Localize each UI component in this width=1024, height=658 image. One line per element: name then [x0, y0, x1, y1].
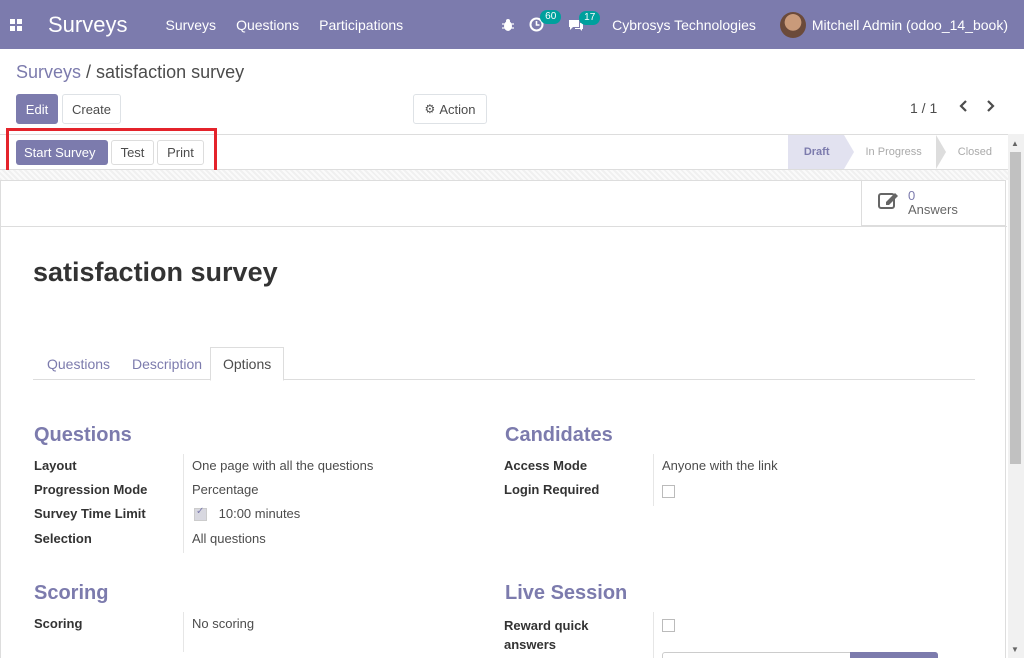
tab-questions[interactable]: Questions — [47, 347, 110, 380]
action-label: Action — [439, 101, 476, 117]
stage-closed-label: Closed — [957, 146, 992, 158]
survey-title[interactable]: satisfaction survey — [33, 257, 278, 288]
print-button[interactable]: Print — [157, 140, 204, 165]
session-link-button[interactable] — [850, 652, 938, 658]
answers-label: Answers — [908, 202, 958, 217]
field-divider — [653, 454, 654, 506]
tab-options[interactable]: Options — [210, 347, 285, 381]
messages-chat-icon[interactable]: 17 — [568, 10, 601, 32]
pager-value[interactable]: 1 / 1 — [910, 100, 937, 116]
stage-draft[interactable]: Draft — [787, 135, 854, 169]
questions-section-title: Questions — [34, 424, 132, 446]
field-divider — [183, 454, 184, 553]
reward-quick-answers-field — [662, 617, 675, 633]
layout-label: Layout — [34, 458, 77, 473]
selection-value[interactable]: All questions — [192, 531, 266, 546]
sheet-background — [0, 170, 1008, 180]
menu-item-surveys[interactable]: Surveys — [155, 17, 226, 33]
field-divider — [653, 612, 654, 658]
scoring-label: Scoring — [34, 616, 83, 631]
form-sheet: 0 Answers satisfaction survey Questions … — [0, 180, 1007, 658]
breadcrumb-separator: / — [81, 62, 97, 82]
answers-stat-button[interactable]: 0 Answers — [861, 181, 1005, 226]
answers-count: 0 — [908, 188, 916, 203]
reward-quick-answers-checkbox[interactable] — [662, 619, 675, 633]
test-button[interactable]: Test — [111, 140, 154, 165]
apps-menu-icon[interactable] — [0, 0, 32, 49]
progression-mode-value[interactable]: Percentage — [192, 482, 259, 497]
time-limit-field: 10:00 minutes — [194, 506, 301, 522]
scoring-value[interactable]: No scoring — [192, 616, 254, 631]
reward-quick-answers-label-line1: Reward quick — [504, 618, 589, 633]
stage-draft-label: Draft — [803, 146, 830, 158]
selection-label: Selection — [34, 531, 92, 546]
menu-item-participations[interactable]: Participations — [309, 17, 413, 33]
activity-badge: 60 — [540, 10, 562, 24]
login-required-checkbox[interactable] — [662, 485, 675, 499]
login-required-field — [662, 483, 675, 499]
time-limit-label: Survey Time Limit — [34, 506, 146, 521]
candidates-section-title: Candidates — [505, 424, 613, 446]
access-mode-value[interactable]: Anyone with the link — [662, 458, 778, 473]
chevron-right-icon[interactable] — [986, 99, 996, 117]
chevron-left-icon[interactable] — [958, 99, 968, 117]
time-limit-value[interactable]: 10:00 minutes — [219, 506, 301, 521]
reward-quick-answers-label-line2: answers — [504, 637, 557, 652]
stage-in-progress-label: In Progress — [865, 146, 922, 158]
stage-in-progress[interactable]: In Progress — [844, 135, 946, 169]
navbar-systray: 60 17 Cybrosys Technologies Mitchell Adm… — [501, 0, 1024, 49]
progression-mode-label: Progression Mode — [34, 482, 148, 497]
messages-badge: 17 — [579, 10, 601, 25]
login-required-label: Login Required — [504, 482, 600, 497]
app-brand[interactable]: Surveys — [32, 12, 155, 38]
avatar — [779, 11, 806, 38]
action-button[interactable]: ⚙ Action — [413, 94, 487, 124]
activity-clock-icon[interactable]: 60 — [529, 10, 562, 32]
live-session-section-title: Live Session — [505, 582, 628, 604]
form-statusbar: Start Survey Test Print Draft In Progres… — [0, 134, 1008, 170]
company-switcher[interactable]: Cybrosys Technologies — [612, 17, 756, 33]
time-limit-checkbox[interactable] — [194, 506, 207, 522]
scroll-down-arrow-icon[interactable]: ▼ — [1011, 645, 1019, 654]
gear-icon: ⚙ — [424, 102, 436, 116]
access-mode-label: Access Mode — [504, 458, 588, 473]
menu-item-questions[interactable]: Questions — [226, 17, 309, 33]
tab-description[interactable]: Description — [132, 347, 202, 380]
breadcrumb: Surveys / satisfaction survey — [16, 62, 244, 83]
stage-closed[interactable]: Closed — [936, 135, 1008, 169]
main-menu: Surveys Questions Participations — [155, 17, 413, 33]
pencil-square-icon — [878, 190, 900, 216]
sheet-divider — [1, 226, 1007, 227]
field-divider — [183, 612, 184, 652]
top-navbar: Surveys Surveys Questions Participations… — [0, 0, 1024, 49]
scroll-up-arrow-icon[interactable]: ▲ — [1011, 139, 1019, 148]
reward-quick-answers-label: Reward quick answers — [504, 616, 589, 654]
user-name: Mitchell Admin (odoo_14_book) — [811, 16, 1008, 33]
layout-value[interactable]: One page with all the questions — [192, 458, 373, 473]
edit-button[interactable]: Edit — [16, 94, 58, 124]
notebook-tabs: Questions Description Options — [33, 347, 975, 381]
user-menu[interactable]: Mitchell Admin (odoo_14_book) — [779, 11, 1008, 38]
session-link-field[interactable] — [662, 652, 938, 658]
stage-pipeline: Draft In Progress Closed — [787, 135, 1008, 169]
breadcrumb-surveys-link[interactable]: Surveys — [16, 62, 81, 82]
start-survey-button[interactable]: Start Survey — [16, 140, 108, 165]
create-button[interactable]: Create — [62, 94, 121, 124]
debug-bug-icon[interactable] — [501, 18, 515, 32]
scrollbar-thumb[interactable] — [1010, 152, 1021, 464]
breadcrumb-current: satisfaction survey — [96, 62, 245, 82]
scoring-section-title: Scoring — [34, 582, 109, 604]
